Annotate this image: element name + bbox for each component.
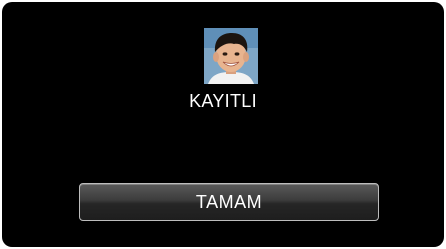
registered-status-label: KAYITLI <box>189 91 257 111</box>
registered-face-photo <box>204 28 258 84</box>
ok-button[interactable]: TAMAM <box>79 183 379 221</box>
camera-dialog-screen: KAYITLI TAMAM <box>2 2 444 247</box>
